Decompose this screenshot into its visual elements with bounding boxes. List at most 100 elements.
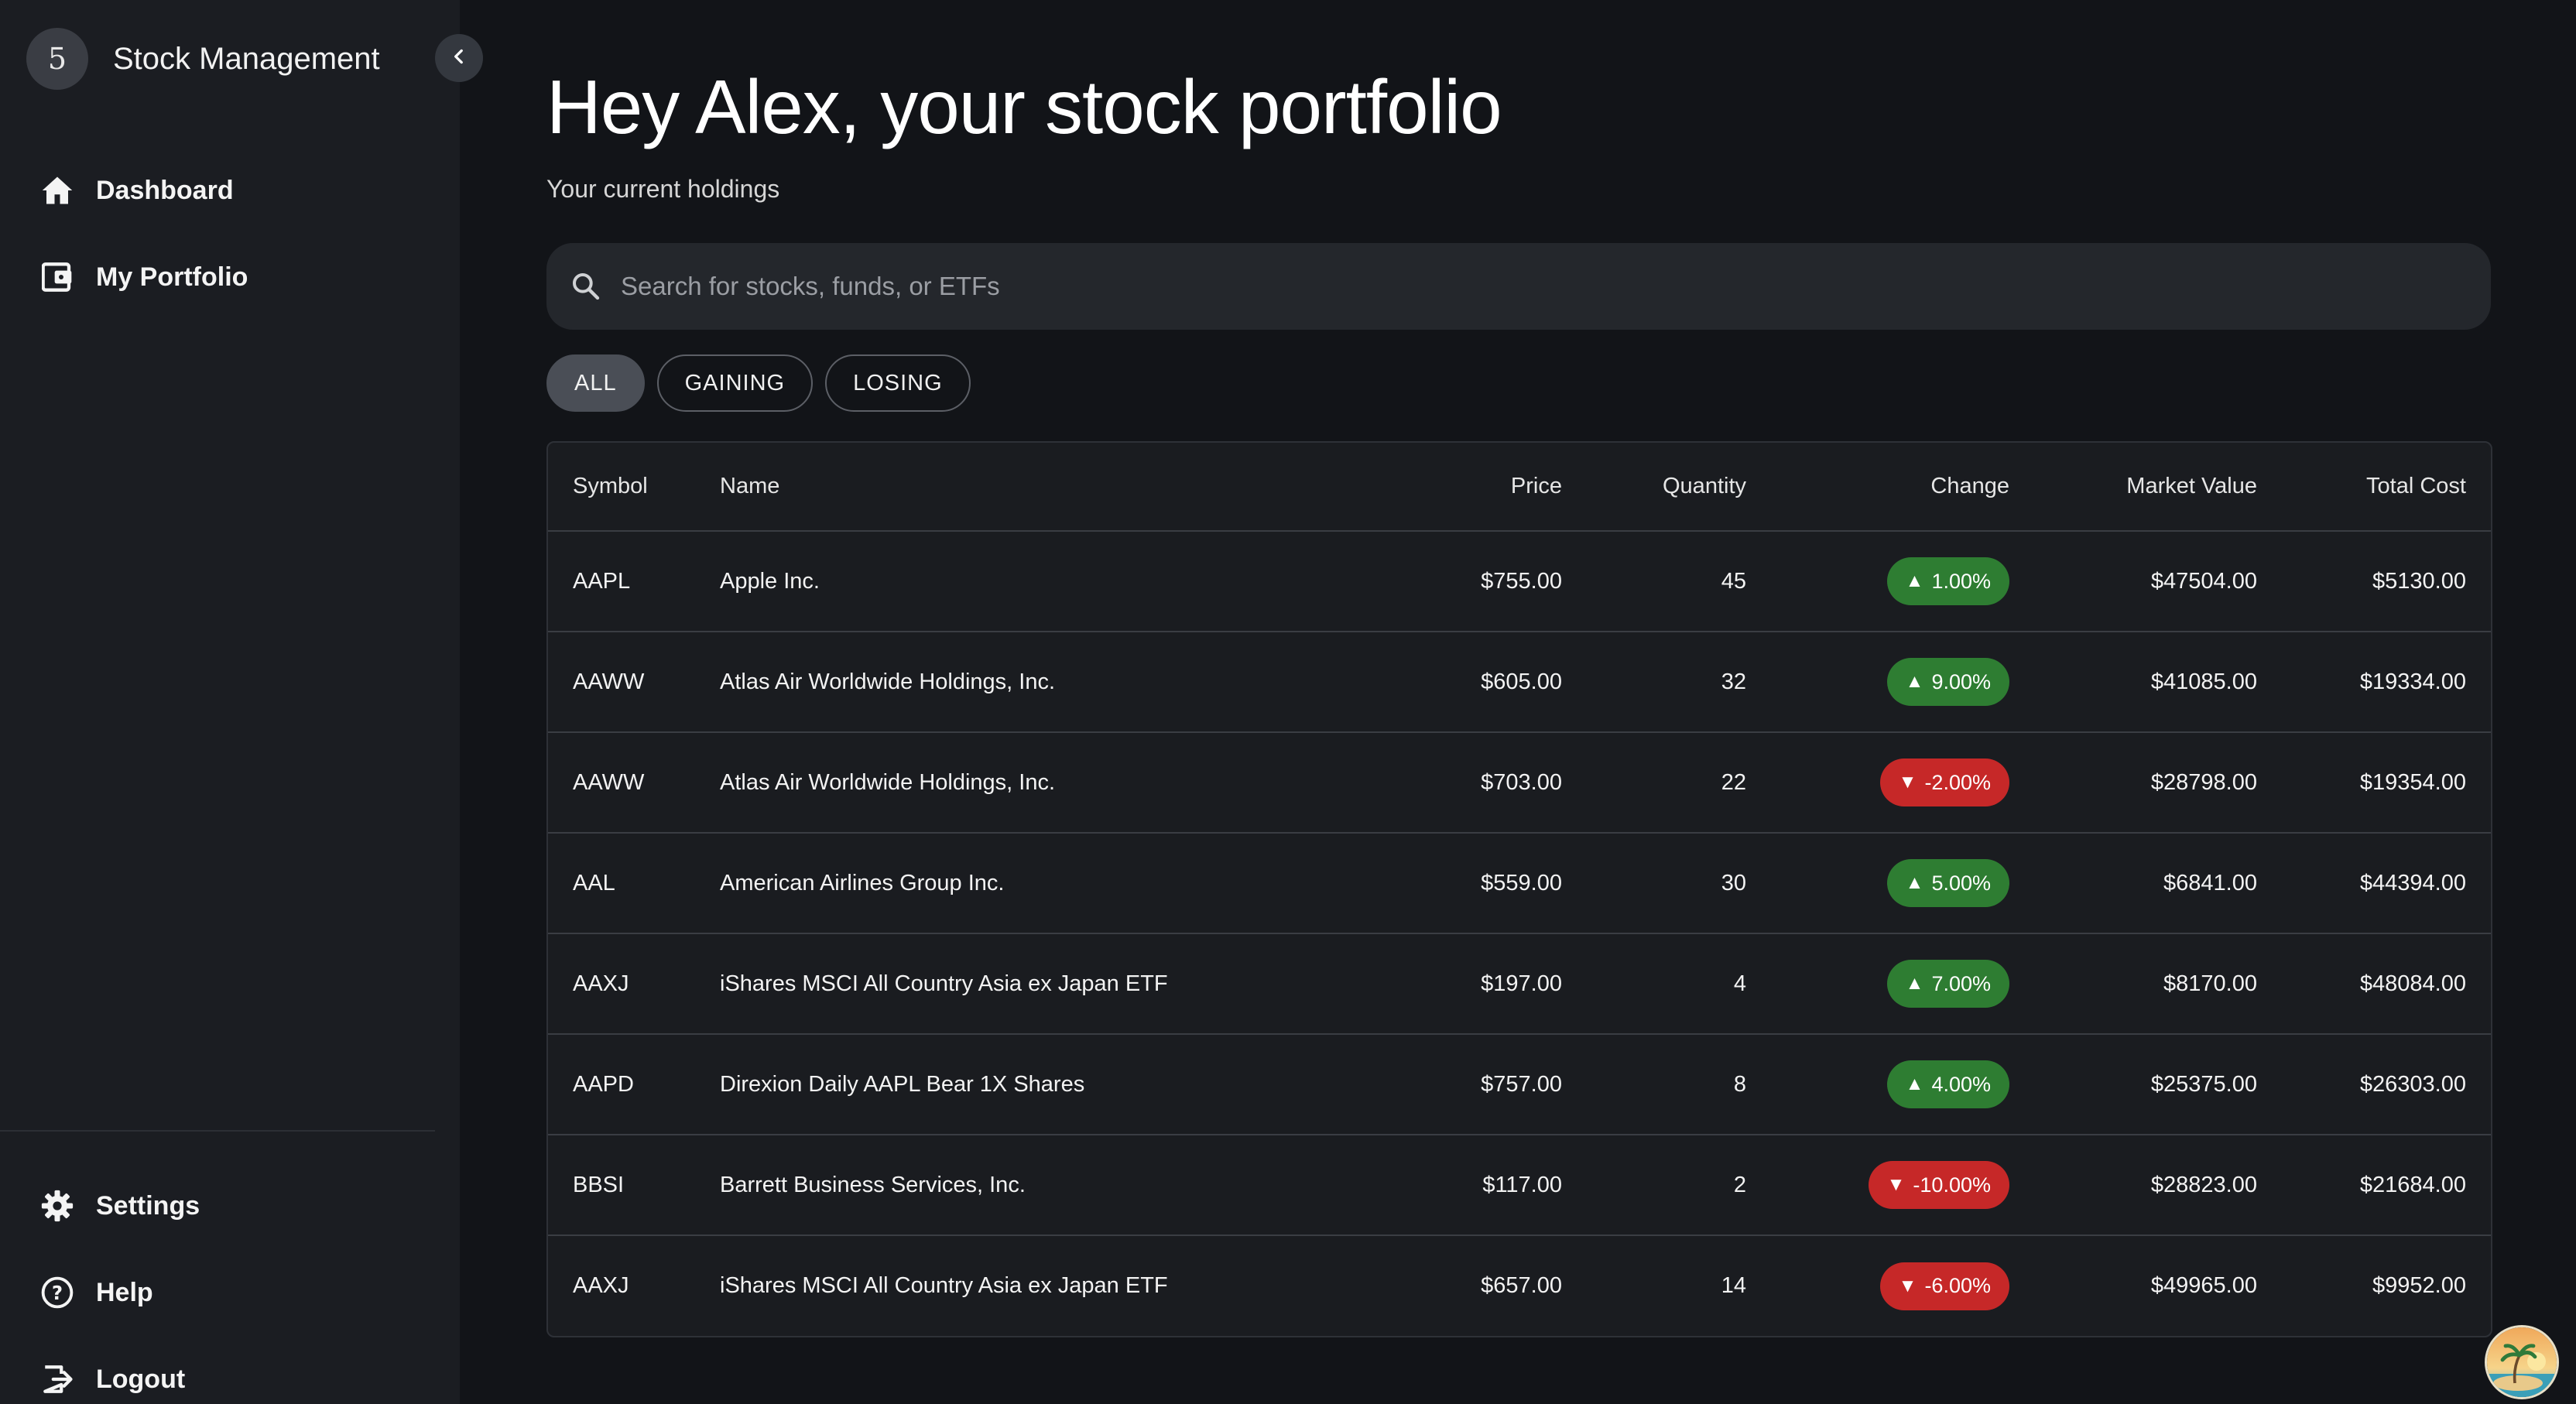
table-row[interactable]: AAXJ iShares MSCI All Country Asia ex Ja… [548,933,2491,1035]
column-header-price[interactable]: Price [1308,443,1562,532]
cell-market-value: $8170.00 [2009,933,2257,1035]
cell-price: $605.00 [1308,632,1562,733]
cell-symbol: AAXJ [573,1273,629,1298]
nav-label-settings: Settings [96,1190,200,1221]
cell-total-cost: $19354.00 [2257,732,2491,834]
arrow-up-icon: ▲ [1905,570,1924,591]
cell-change: ▼ -10.00% [1746,1135,2009,1236]
cell-name: Apple Inc. [720,531,1308,632]
nav-label-logout: Logout [96,1364,186,1394]
cell-price: $197.00 [1308,933,1562,1035]
arrow-down-icon: ▼ [1886,1174,1906,1195]
nav-item-logout[interactable]: Logout [40,1356,185,1402]
search-input[interactable] [621,255,2491,317]
nav-label-my-portfolio: My Portfolio [96,262,248,292]
page-subtitle: Your current holdings [546,175,780,203]
table-header-row: Symbol Name Price Quantity Change Market… [548,443,2491,532]
svg-text:?: ? [52,1282,63,1304]
cell-quantity: 30 [1562,833,1746,934]
wallet-icon [40,260,74,294]
cell-total-cost: $44394.00 [2257,833,2491,934]
table-row[interactable]: AAPL Apple Inc. $755.00 45 ▲ 1.00% $47504… [548,531,2491,632]
cell-name: iShares MSCI All Country Asia ex Japan E… [720,933,1308,1035]
cell-symbol: AAWW [548,732,720,834]
page-title: Hey Alex, your stock portfolio [546,64,1502,149]
cell-market-value: $28823.00 [2009,1135,2257,1236]
cell-symbol: AAPL [548,531,720,632]
nav-item-help[interactable]: ? Help [40,1269,153,1316]
change-value: 4.00% [1931,1072,1991,1096]
arrow-up-icon: ▲ [1905,1074,1924,1094]
filter-chips: ALL GAINING LOSING [546,354,971,412]
nav-item-settings[interactable]: Settings [40,1183,200,1229]
cell-change: ▲ 4.00% [1746,1034,2009,1135]
change-value: -10.00% [1913,1173,1991,1197]
cell-price: $657.00 [1481,1273,1562,1298]
chevron-left-icon [449,46,469,70]
table-row[interactable]: AAWW Atlas Air Worldwide Holdings, Inc. … [548,632,2491,733]
brand-logo[interactable]: 5 [26,28,88,90]
main-content: Hey Alex, your stock portfolio Your curr… [460,0,2576,1404]
cell-price: $755.00 [1308,531,1562,632]
logout-icon [40,1362,74,1396]
column-header-market-value[interactable]: Market Value [2009,443,2257,532]
brand: 5 Stock Management [26,28,380,90]
cell-quantity: 14 [1721,1273,1746,1298]
filter-losing-chip[interactable]: LOSING [825,354,971,412]
cell-price: $117.00 [1308,1135,1562,1236]
column-header-quantity[interactable]: Quantity [1562,443,1746,532]
cell-total-cost: $21684.00 [2257,1135,2491,1236]
cell-change: ▼ -6.00% [1746,1235,2009,1336]
collapse-sidebar-button[interactable] [435,34,483,82]
filter-all-chip[interactable]: ALL [546,354,645,412]
nav-label-help: Help [96,1277,153,1307]
holdings-table: Symbol Name Price Quantity Change Market… [546,441,2492,1337]
arrow-up-icon: ▲ [1905,671,1924,692]
arrow-down-icon: ▼ [1898,1275,1917,1296]
home-icon [40,173,74,207]
column-header-name[interactable]: Name [720,443,1308,532]
cell-name: iShares MSCI All Country Asia ex Japan E… [720,1273,1168,1298]
cell-total-cost: $5130.00 [2257,531,2491,632]
change-badge: ▲ 1.00% [1886,557,2009,605]
table-row[interactable]: AAXJ iShares MSCI All Country Asia ex Ja… [548,1235,2491,1336]
cell-market-value: $41085.00 [2009,632,2257,733]
change-badge: ▲ 4.00% [1886,1060,2009,1108]
column-header-change[interactable]: Change [1746,443,2009,532]
filter-gaining-chip[interactable]: GAINING [656,354,814,412]
change-badge: ▲ 7.00% [1886,960,2009,1008]
change-value: 1.00% [1931,569,1991,593]
table-row[interactable]: AAL American Airlines Group Inc. $559.00… [548,833,2491,934]
table-row[interactable]: AAWW Atlas Air Worldwide Holdings, Inc. … [548,732,2491,834]
cell-symbol: AAPD [548,1034,720,1135]
user-avatar[interactable] [2485,1325,2559,1399]
cell-symbol: BBSI [548,1135,720,1236]
nav-label-dashboard: Dashboard [96,175,234,205]
cell-name: American Airlines Group Inc. [720,833,1308,934]
brand-title: Stock Management [113,41,380,76]
cell-change: ▲ 1.00% [1746,531,2009,632]
column-header-total-cost[interactable]: Total Cost [2257,443,2491,532]
table-row[interactable]: BBSI Barrett Business Services, Inc. $11… [548,1135,2491,1236]
change-value: 7.00% [1931,971,1991,995]
cell-quantity: 4 [1562,933,1746,1035]
cell-name: Barrett Business Services, Inc. [720,1135,1308,1236]
search-icon [568,269,604,304]
change-badge: ▲ 9.00% [1886,658,2009,706]
cell-change: ▲ 7.00% [1746,933,2009,1035]
cell-market-value: $28798.00 [2009,732,2257,834]
column-header-symbol[interactable]: Symbol [548,443,720,532]
arrow-down-icon: ▼ [1898,772,1917,793]
table-row[interactable]: AAPD Direxion Daily AAPL Bear 1X Shares … [548,1034,2491,1135]
sidebar-divider [0,1130,435,1132]
arrow-up-icon: ▲ [1905,973,1924,994]
arrow-up-icon: ▲ [1905,872,1924,893]
change-badge: ▼ -2.00% [1879,759,2009,806]
change-badge: ▼ -10.00% [1868,1161,2009,1209]
cell-change: ▲ 9.00% [1746,632,2009,733]
cell-quantity: 8 [1562,1034,1746,1135]
cell-market-value: $6841.00 [2009,833,2257,934]
sidebar: 5 Stock Management Dashboard My Portfoli… [0,0,460,1404]
nav-item-my-portfolio[interactable]: My Portfolio [40,254,248,300]
nav-item-dashboard[interactable]: Dashboard [40,167,234,214]
